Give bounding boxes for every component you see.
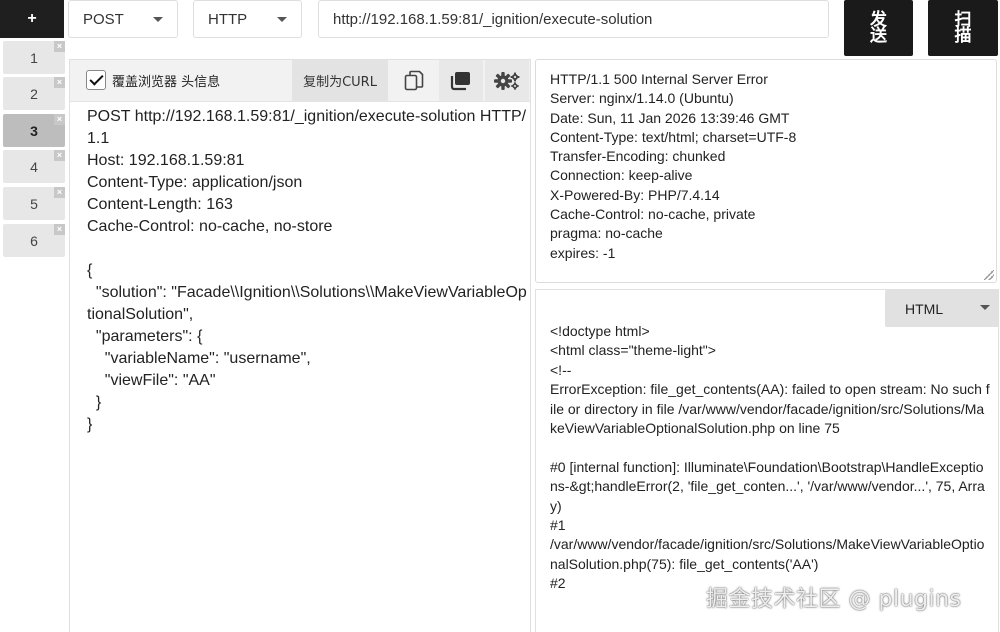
tab-5[interactable]: 5 × xyxy=(3,187,65,220)
url-input[interactable] xyxy=(318,0,829,38)
method-select[interactable]: POST xyxy=(68,0,178,38)
chevron-down-icon xyxy=(277,17,287,22)
tab-2[interactable]: 2 × xyxy=(3,77,65,110)
protocol-value: HTTP xyxy=(208,10,248,28)
tab-label: 2 xyxy=(30,85,38,102)
request-toolbar: 覆盖浏览器 头信息 复制为CURL xyxy=(70,60,530,102)
response-headers-panel[interactable]: HTTP/1.1 500 Internal Server Error Serve… xyxy=(535,59,997,283)
override-headers-label: 覆盖浏览器 头信息 xyxy=(112,74,221,90)
response-format-value: HTML xyxy=(905,300,944,317)
add-tab-button[interactable]: + xyxy=(0,0,64,38)
tab-4[interactable]: 4 × xyxy=(3,150,65,183)
request-raw-editor[interactable]: POST http://192.168.1.59:81/_ignition/ex… xyxy=(87,106,527,436)
tab-3[interactable]: 3 × xyxy=(3,114,65,147)
duplicate-icon[interactable] xyxy=(439,60,483,101)
tab-1[interactable]: 1 × xyxy=(3,41,65,74)
scan-button-label: 扫描 xyxy=(954,10,972,46)
close-icon[interactable]: × xyxy=(54,224,65,235)
tab-label: 6 xyxy=(30,232,38,249)
chevron-down-icon xyxy=(153,17,163,22)
close-icon[interactable]: × xyxy=(54,41,65,52)
chevron-down-icon xyxy=(980,305,990,310)
close-icon[interactable]: × xyxy=(54,77,65,88)
tab-label: 1 xyxy=(30,49,38,66)
response-headers-text: HTTP/1.1 500 Internal Server Error Serve… xyxy=(550,71,797,261)
send-button-label: 发送 xyxy=(870,10,887,46)
tab-label: 3 xyxy=(30,122,38,139)
tab-label: 4 xyxy=(30,158,38,175)
resize-handle-icon[interactable] xyxy=(984,270,994,280)
protocol-select[interactable]: HTTP xyxy=(193,0,302,38)
copy-curl-button[interactable]: 复制为CURL xyxy=(292,60,388,101)
tab-6[interactable]: 6 × xyxy=(3,224,65,257)
copy-icon[interactable] xyxy=(392,60,436,101)
close-icon[interactable]: × xyxy=(54,187,65,198)
tab-label: 5 xyxy=(30,195,38,212)
checkbox-checked-icon[interactable] xyxy=(86,70,106,90)
send-button[interactable]: 发送 xyxy=(844,0,913,56)
close-icon[interactable]: × xyxy=(54,150,65,161)
close-icon[interactable]: × xyxy=(54,114,65,125)
watermark: 掘金技术社区 @ plugins xyxy=(706,587,962,612)
method-value: POST xyxy=(83,10,124,28)
response-format-select[interactable]: HTML xyxy=(885,290,998,327)
response-body-text[interactable]: <!doctype html> <html class="theme-light… xyxy=(550,322,990,594)
settings-icon[interactable] xyxy=(485,60,529,101)
request-panel: 覆盖浏览器 头信息 复制为CURL POST http://192.168.1.… xyxy=(69,59,531,632)
request-tabs: 1 × 2 × 3 × 4 × 5 × 6 × xyxy=(0,40,66,632)
override-headers-checkbox[interactable]: 覆盖浏览器 头信息 xyxy=(86,70,220,90)
scan-button[interactable]: 扫描 xyxy=(928,0,998,56)
